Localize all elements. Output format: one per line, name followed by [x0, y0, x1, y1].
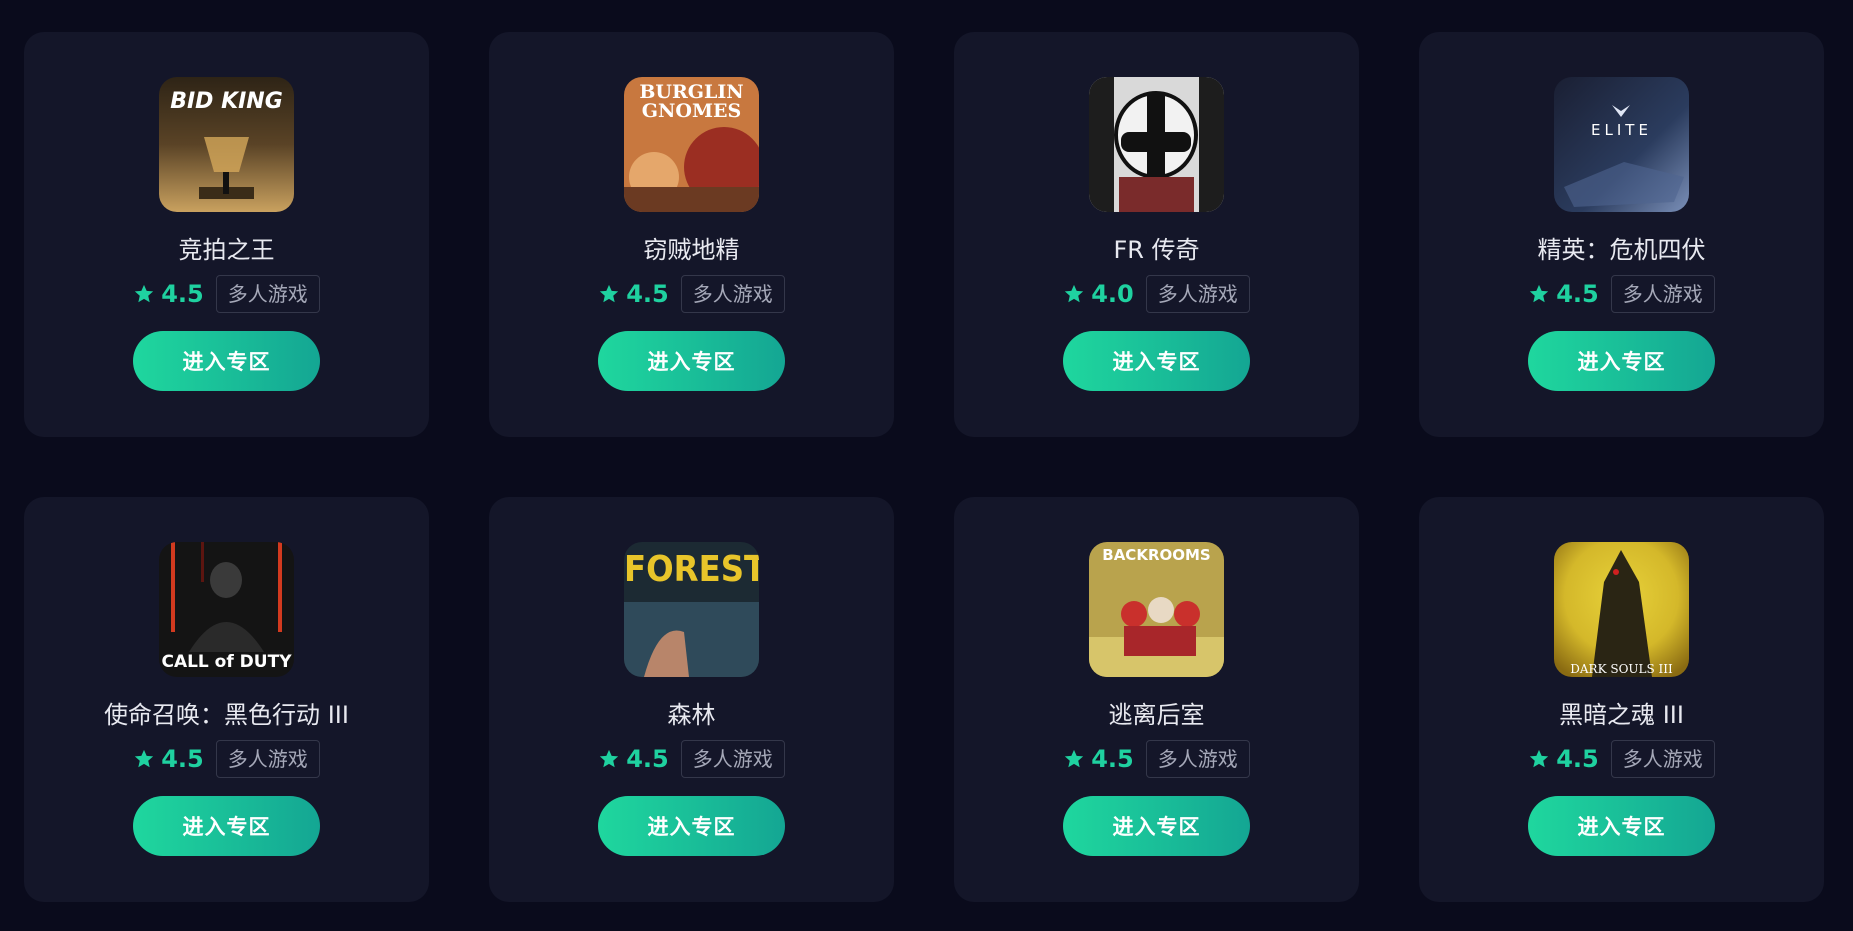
genre-tag: 多人游戏 — [680, 740, 785, 778]
game-meta: 4.5 多人游戏 — [1063, 740, 1250, 778]
game-name: 逃离后室 — [1108, 701, 1205, 729]
cover-title-text: FOREST — [624, 549, 759, 590]
enter-zone-button[interactable]: 进入专区 — [598, 796, 785, 856]
game-rating: 4.5 — [598, 280, 669, 308]
cover-title-text: BURGLIN GNOMES — [639, 81, 744, 122]
star-icon — [1063, 748, 1085, 770]
genre-tag: 多人游戏 — [1610, 275, 1715, 313]
game-rating: 4.5 — [598, 745, 669, 773]
enter-zone-button[interactable]: 进入专区 — [133, 331, 320, 391]
game-meta: 4.5 多人游戏 — [598, 275, 785, 313]
genre-tag: 多人游戏 — [215, 275, 320, 313]
star-icon — [598, 283, 620, 305]
game-rating: 4.0 — [1063, 280, 1134, 308]
game-card[interactable]: FOREST 森林 4.5 多人游戏 进入专区 — [489, 497, 894, 902]
game-card[interactable]: DARK SOULS III 黑暗之魂 III 4.5 多人游戏 进入专区 — [1419, 497, 1824, 902]
game-cover-image[interactable] — [1089, 77, 1224, 212]
star-icon — [1528, 283, 1550, 305]
game-cover-image[interactable]: FOREST — [624, 542, 759, 677]
rating-value: 4.5 — [161, 745, 204, 773]
game-grid: BID KING 竞拍之王 4.5 多人游戏 进入专区 BURGLIN GNOM… — [24, 32, 1824, 902]
game-name: 窃贼地精 — [643, 236, 740, 264]
cover-title-text: ELITE — [1591, 121, 1652, 139]
game-meta: 4.5 多人游戏 — [598, 740, 785, 778]
game-meta: 4.0 多人游戏 — [1063, 275, 1250, 313]
rating-value: 4.5 — [1556, 745, 1599, 773]
game-name: FR 传奇 — [1113, 236, 1200, 264]
game-name: 森林 — [667, 701, 716, 729]
game-card[interactable]: FR 传奇 4.0 多人游戏 进入专区 — [954, 32, 1359, 437]
game-card[interactable]: BURGLIN GNOMES 窃贼地精 4.5 多人游戏 进入专区 — [489, 32, 894, 437]
cover-art — [1089, 77, 1224, 212]
game-rating: 4.5 — [1528, 745, 1599, 773]
rating-value: 4.5 — [1556, 280, 1599, 308]
cover-title-text: BACKROOMS — [1102, 546, 1211, 564]
genre-tag: 多人游戏 — [1145, 275, 1250, 313]
cover-title-text: CALL of DUTY — [161, 652, 292, 672]
game-meta: 4.5 多人游戏 — [1528, 275, 1715, 313]
enter-zone-button[interactable]: 进入专区 — [1528, 796, 1715, 856]
game-cover-image[interactable]: BACKROOMS — [1089, 542, 1224, 677]
game-card[interactable]: CALL of DUTY 使命召唤：黑色行动 III 4.5 多人游戏 进入专区 — [24, 497, 429, 902]
cover-title-text: BID KING — [170, 89, 283, 114]
genre-tag: 多人游戏 — [1145, 740, 1250, 778]
rating-value: 4.5 — [626, 280, 669, 308]
cover-title-text: DARK SOULS III — [1570, 662, 1673, 676]
star-icon — [598, 748, 620, 770]
star-icon — [1063, 283, 1085, 305]
rating-value: 4.5 — [161, 280, 204, 308]
game-name: 精英：危机四伏 — [1537, 236, 1706, 264]
game-cover-image[interactable]: DARK SOULS III — [1554, 542, 1689, 677]
enter-zone-button[interactable]: 进入专区 — [1528, 331, 1715, 391]
genre-tag: 多人游戏 — [215, 740, 320, 778]
enter-zone-button[interactable]: 进入专区 — [133, 796, 320, 856]
game-name: 竞拍之王 — [178, 236, 275, 264]
game-rating: 4.5 — [1528, 280, 1599, 308]
game-meta: 4.5 多人游戏 — [133, 275, 320, 313]
cover-art — [1554, 77, 1689, 212]
game-cover-image[interactable]: BURGLIN GNOMES — [624, 77, 759, 212]
game-card[interactable]: BID KING 竞拍之王 4.5 多人游戏 进入专区 — [24, 32, 429, 437]
game-cover-image[interactable]: ELITE — [1554, 77, 1689, 212]
game-rating: 4.5 — [133, 745, 204, 773]
enter-zone-button[interactable]: 进入专区 — [1063, 796, 1250, 856]
star-icon — [133, 283, 155, 305]
game-card[interactable]: ELITE 精英：危机四伏 4.5 多人游戏 进入专区 — [1419, 32, 1824, 437]
game-name: 黑暗之魂 III — [1559, 701, 1684, 729]
game-meta: 4.5 多人游戏 — [133, 740, 320, 778]
game-rating: 4.5 — [133, 280, 204, 308]
cover-art — [1554, 542, 1689, 677]
game-cover-image[interactable]: CALL of DUTY — [159, 542, 294, 677]
rating-value: 4.5 — [626, 745, 669, 773]
genre-tag: 多人游戏 — [1610, 740, 1715, 778]
enter-zone-button[interactable]: 进入专区 — [598, 331, 785, 391]
star-icon — [1528, 748, 1550, 770]
enter-zone-button[interactable]: 进入专区 — [1063, 331, 1250, 391]
star-icon — [133, 748, 155, 770]
game-cover-image[interactable]: BID KING — [159, 77, 294, 212]
genre-tag: 多人游戏 — [680, 275, 785, 313]
game-card[interactable]: BACKROOMS 逃离后室 4.5 多人游戏 进入专区 — [954, 497, 1359, 902]
rating-value: 4.0 — [1091, 280, 1134, 308]
game-rating: 4.5 — [1063, 745, 1134, 773]
game-meta: 4.5 多人游戏 — [1528, 740, 1715, 778]
game-name: 使命召唤：黑色行动 III — [104, 701, 349, 729]
rating-value: 4.5 — [1091, 745, 1134, 773]
